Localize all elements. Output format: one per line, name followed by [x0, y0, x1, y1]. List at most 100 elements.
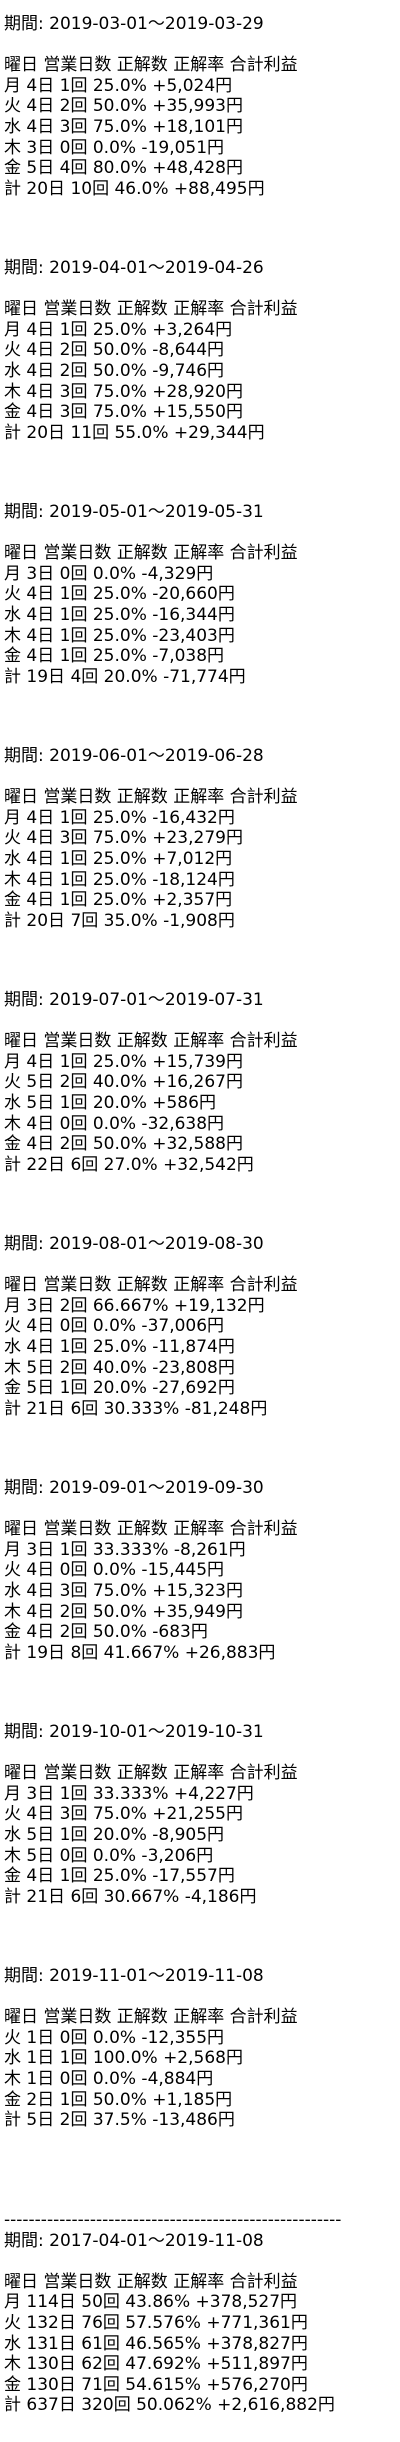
- period-line: 期間: 2019-08-01～2019-08-30: [4, 1234, 396, 1255]
- table-row: 計 21日 6回 30.333% -81,248円: [4, 1398, 268, 1419]
- table-row: 木 3日 0回 0.0% -19,051円: [4, 137, 225, 158]
- table-row: 木 1日 0回 0.0% -4,884円: [4, 2068, 214, 2089]
- table-row: 金 4日 2回 50.0% -683円: [4, 1622, 208, 1643]
- table-header: 曜日 営業日数 正解数 正解率 合計利益: [4, 2271, 298, 2292]
- table-row: 金 4日 3回 75.0% +15,550円: [4, 402, 243, 423]
- separator-line: ----------------------------------------…: [4, 2210, 342, 2230]
- period-label: 期間:: [4, 746, 50, 766]
- table-row: 計 21日 6回 30.667% -4,186円: [4, 1886, 257, 1907]
- table-row: 金 2日 1回 50.0% +1,185円: [4, 2089, 233, 2110]
- period-label: 期間:: [4, 14, 50, 34]
- table-header: 曜日 営業日数 正解数 正解率 合計利益: [4, 1763, 298, 1784]
- table-row: 月 114日 50回 43.86% +378,527円: [4, 2292, 298, 2313]
- table-row: 月 4日 1回 25.0% +15,739円: [4, 1051, 243, 1072]
- report: 期間: 2019-03-01～2019-03-29 曜日 営業日数 正解数 正解率…: [4, 14, 396, 2416]
- period-block-6: 期間: 2019-09-01～2019-09-30 曜日 営業日数 正解数 正解率…: [4, 1478, 396, 1722]
- period-range: 2019-04-01～2019-04-26: [49, 258, 264, 278]
- table-row: 計 20日 10回 46.0% +88,495円: [4, 178, 265, 199]
- table-row: 計 5日 2回 37.5% -13,486円: [4, 2110, 235, 2131]
- period-block-7: 期間: 2019-10-01～2019-10-31 曜日 営業日数 正解数 正解率…: [4, 1722, 396, 1966]
- period-label: 期間:: [4, 1722, 50, 1742]
- table-header: 曜日 営業日数 正解数 正解率 合計利益: [4, 543, 298, 564]
- table-row: 水 5日 1回 20.0% -8,905円: [4, 1824, 225, 1845]
- period-label: 期間:: [4, 1966, 50, 1986]
- period-block-3: 期間: 2019-06-01～2019-06-28 曜日 営業日数 正解数 正解率…: [4, 746, 396, 990]
- period-block-8: 期間: 2019-11-01～2019-11-08 曜日 営業日数 正解数 正解率…: [4, 1966, 396, 2210]
- table-row: 火 132日 76回 57.576% +771,361円: [4, 2312, 308, 2333]
- period-range: 2019-03-01～2019-03-29: [49, 14, 264, 34]
- period-line: 期間: 2019-05-01～2019-05-31: [4, 502, 396, 523]
- period-line: 期間: 2019-06-01～2019-06-28: [4, 746, 396, 767]
- table-row: 水 131日 61回 46.565% +378,827円: [4, 2333, 308, 2354]
- period-block-1: 期間: 2019-04-01～2019-04-26 曜日 営業日数 正解数 正解率…: [4, 258, 396, 502]
- period-line: 期間: 2019-03-01～2019-03-29: [4, 14, 396, 35]
- table-header: 曜日 営業日数 正解数 正解率 合計利益: [4, 55, 298, 76]
- table-row: 計 637日 320回 50.062% +2,616,882円: [4, 2395, 335, 2416]
- table-row: 金 4日 2回 50.0% +32,588円: [4, 1134, 243, 1155]
- period-line: 期間: 2019-04-01～2019-04-26: [4, 258, 396, 279]
- period-range: 2019-05-01～2019-05-31: [49, 502, 264, 522]
- table-header: 曜日 営業日数 正解数 正解率 合計利益: [4, 787, 298, 808]
- table-row: 水 4日 1回 25.0% -11,874円: [4, 1336, 235, 1357]
- table-row: 月 4日 1回 25.0% +5,024円: [4, 75, 233, 96]
- table-row: 火 4日 3回 75.0% +21,255円: [4, 1804, 243, 1825]
- period-block-0: 期間: 2019-03-01～2019-03-29 曜日 営業日数 正解数 正解率…: [4, 14, 396, 258]
- table-row: 木 130日 62回 47.692% +511,897円: [4, 2354, 308, 2375]
- table-row: 月 4日 1回 25.0% +3,264円: [4, 319, 233, 340]
- table-row: 計 19日 8回 41.667% +26,883円: [4, 1642, 276, 1663]
- table-row: 月 3日 0回 0.0% -4,329円: [4, 563, 214, 584]
- period-range: 2019-06-01～2019-06-28: [49, 746, 264, 766]
- table-row: 金 5日 1回 20.0% -27,692円: [4, 1378, 235, 1399]
- period-line: 期間: 2017-04-01～2019-11-08: [4, 2231, 396, 2252]
- period-range: 2019-08-01～2019-08-30: [49, 1234, 264, 1254]
- table-row: 水 4日 3回 75.0% +15,323円: [4, 1580, 243, 1601]
- table-row: 火 4日 0回 0.0% -15,445円: [4, 1560, 225, 1581]
- period-label: 期間:: [4, 502, 50, 522]
- table-row: 金 130日 71回 54.615% +576,270円: [4, 2374, 308, 2395]
- table-row: 火 5日 2回 40.0% +16,267円: [4, 1072, 243, 1093]
- period-range: 2019-10-01～2019-10-31: [49, 1722, 264, 1742]
- period-label: 期間:: [4, 990, 50, 1010]
- table-row: 木 4日 2回 50.0% +35,949円: [4, 1601, 243, 1622]
- period-range: 2019-07-01～2019-07-31: [49, 990, 264, 1010]
- table-row: 火 4日 0回 0.0% -37,006円: [4, 1316, 225, 1337]
- period-block-2: 期間: 2019-05-01～2019-05-31 曜日 営業日数 正解数 正解率…: [4, 502, 396, 746]
- table-row: 木 4日 0回 0.0% -32,638円: [4, 1113, 225, 1134]
- table-row: 火 4日 1回 25.0% -20,660円: [4, 584, 235, 605]
- table-row: 計 20日 11回 55.0% +29,344円: [4, 422, 265, 443]
- table-row: 水 4日 1回 25.0% -16,344円: [4, 604, 235, 625]
- table-row: 木 5日 0回 0.0% -3,206円: [4, 1845, 214, 1866]
- period-label: 期間:: [4, 1234, 50, 1254]
- period-line: 期間: 2019-09-01～2019-09-30: [4, 1478, 396, 1499]
- period-label: 期間:: [4, 1478, 50, 1498]
- table-row: 計 22日 6回 27.0% +32,542円: [4, 1154, 254, 1175]
- table-row: 計 19日 4回 20.0% -71,774円: [4, 666, 246, 687]
- table-row: 金 4日 1回 25.0% -17,557円: [4, 1866, 235, 1887]
- period-line: 期間: 2019-10-01～2019-10-31: [4, 1722, 396, 1743]
- table-row: 水 1日 1回 100.0% +2,568円: [4, 2048, 243, 2069]
- table-row: 火 4日 2回 50.0% +35,993円: [4, 96, 243, 117]
- table-row: 月 3日 1回 33.333% +4,227円: [4, 1783, 254, 1804]
- table-row: 月 4日 1回 25.0% -16,432円: [4, 807, 235, 828]
- period-block-4: 期間: 2019-07-01～2019-07-31 曜日 営業日数 正解数 正解率…: [4, 990, 396, 1234]
- table-row: 火 4日 2回 50.0% -8,644円: [4, 340, 225, 361]
- table-row: 火 4日 3回 75.0% +23,279円: [4, 828, 243, 849]
- table-header: 曜日 営業日数 正解数 正解率 合計利益: [4, 299, 298, 320]
- table-row: 火 1日 0回 0.0% -12,355円: [4, 2027, 225, 2048]
- table-header: 曜日 営業日数 正解数 正解率 合計利益: [4, 1031, 298, 1052]
- table-row: 水 5日 1回 20.0% +586円: [4, 1092, 216, 1113]
- table-header: 曜日 営業日数 正解数 正解率 合計利益: [4, 2007, 298, 2028]
- table-row: 木 4日 1回 25.0% -23,403円: [4, 625, 235, 646]
- table-row: 金 5日 4回 80.0% +48,428円: [4, 158, 243, 179]
- table-row: 水 4日 2回 50.0% -9,746円: [4, 360, 225, 381]
- table-row: 月 3日 2回 66.667% +19,132円: [4, 1295, 265, 1316]
- period-block-5: 期間: 2019-08-01～2019-08-30 曜日 営業日数 正解数 正解率…: [4, 1234, 396, 1478]
- period-line: 期間: 2019-07-01～2019-07-31: [4, 990, 396, 1011]
- period-range: 2019-11-01～2019-11-08: [49, 1966, 264, 1986]
- table-row: 水 4日 3回 75.0% +18,101円: [4, 116, 243, 137]
- table-row: 木 5日 2回 40.0% -23,808円: [4, 1357, 235, 1378]
- period-range: 2019-09-01～2019-09-30: [49, 1478, 264, 1498]
- table-row: 水 4日 1回 25.0% +7,012円: [4, 848, 233, 869]
- period-range: 2017-04-01～2019-11-08: [49, 2230, 264, 2251]
- table-row: 木 4日 1回 25.0% -18,124円: [4, 869, 235, 890]
